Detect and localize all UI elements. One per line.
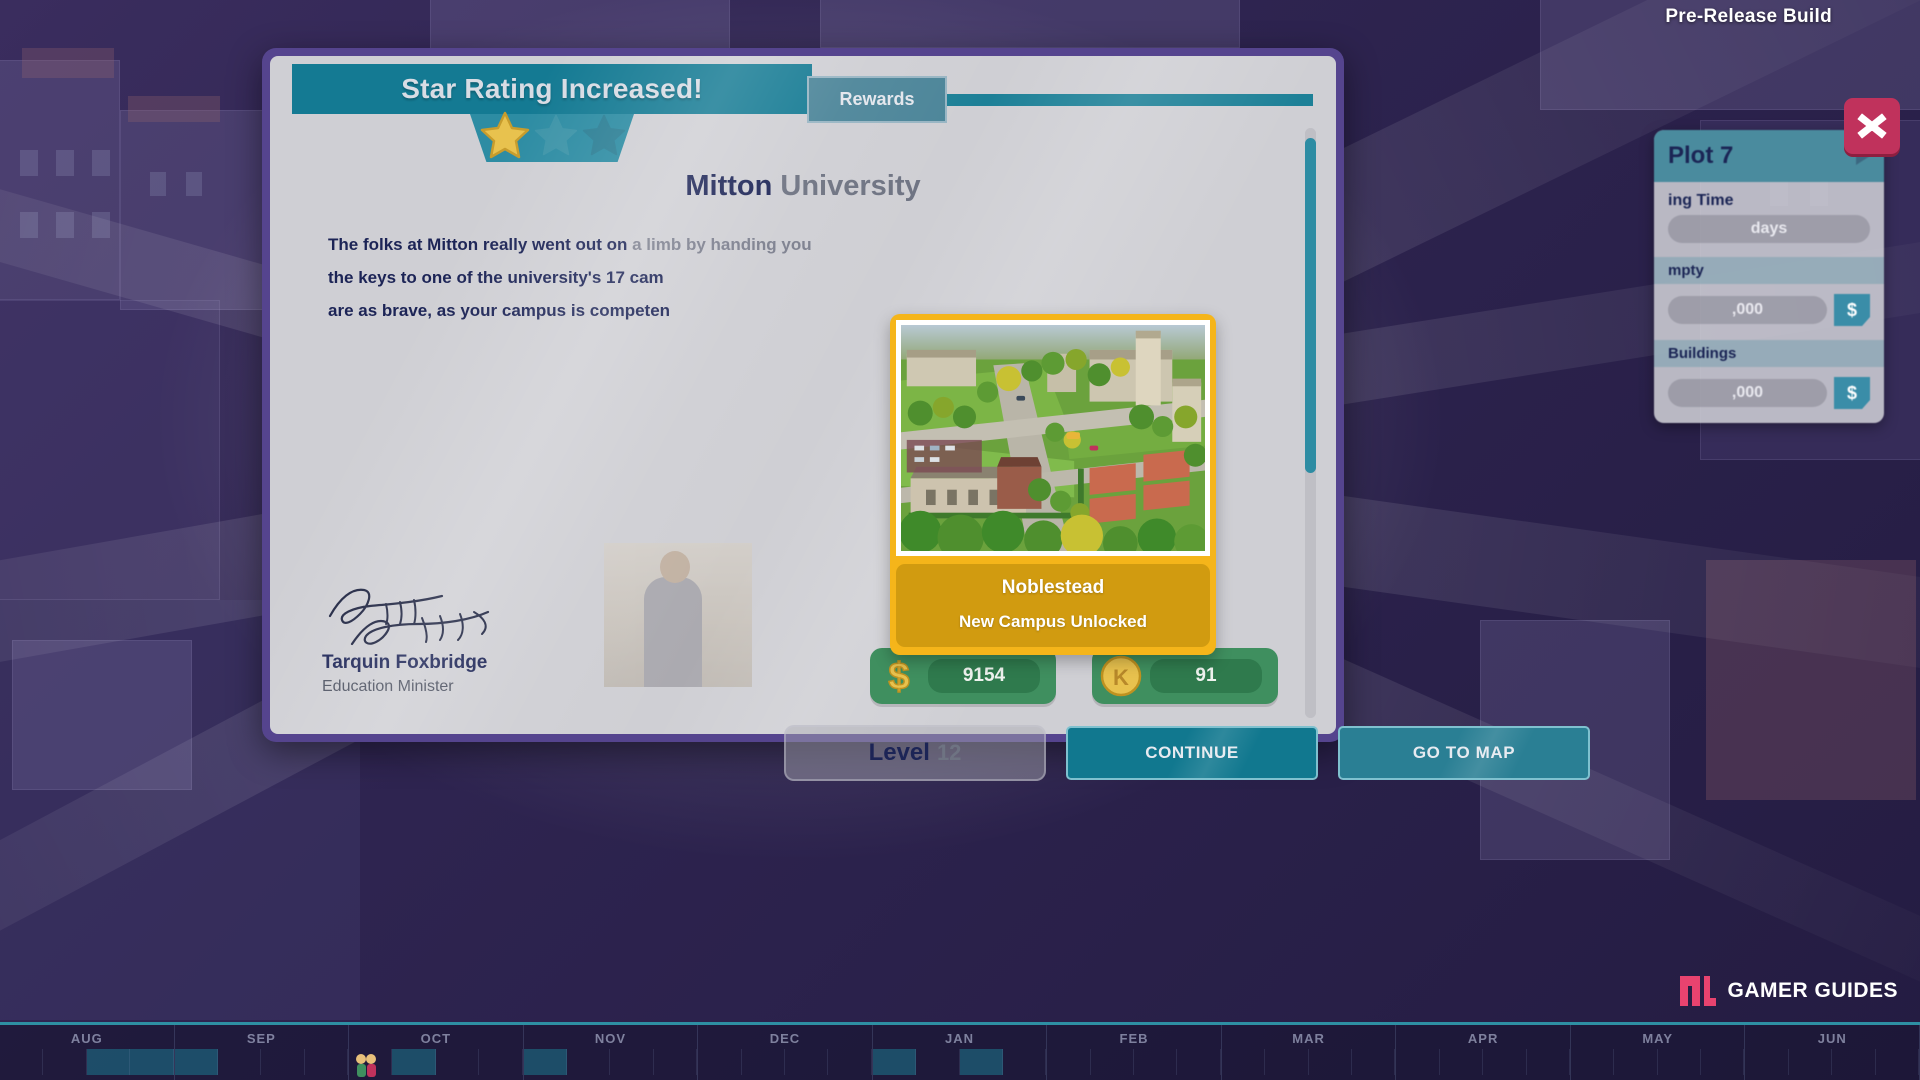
dialog-scrollbar-track[interactable] [1305,128,1316,718]
calendar-timeline[interactable]: AUG SEP OCT NOV DEC JAN FEB MAR APR MAY … [0,1022,1920,1080]
money-value: 9154 [928,659,1040,693]
month-label: JUN [1817,1031,1847,1046]
buildings-label: Buildings [1654,340,1884,367]
noblestead-campus-image [896,320,1210,556]
blurb-line-1-dim: a limb by handing you [627,235,812,254]
bg-window [20,212,38,238]
month-label: NOV [594,1031,626,1046]
svg-text:K: K [1113,665,1129,690]
month-label: AUG [70,1031,103,1046]
month-label: MAR [1292,1031,1325,1046]
gamer-guides-watermark: GAMER GUIDES [1678,974,1898,1008]
bg-window [150,172,166,196]
star-icon-filled [480,111,530,159]
blurb-line-1: The folks at Mitton really went out on [328,235,628,254]
continue-button[interactable]: CONTINUE [1066,726,1318,780]
dialog-blurb: The folks at Mitton really went out on a… [328,228,928,327]
bg-window [20,150,38,176]
dialog-footer: Level 12 CONTINUE GO TO MAP [784,716,1602,790]
timeline-month[interactable]: JAN [872,1025,1048,1080]
month-label: JAN [945,1031,975,1046]
pre-release-build-label: Pre-Release Build [1665,6,1832,27]
dollar-coin-icon: $ [876,653,922,699]
gamer-guides-logo-icon [1680,976,1717,1006]
level-label: Level [868,739,930,766]
build-time-label: ing Time [1668,192,1734,209]
bg-building [0,300,220,600]
timeline-month[interactable]: AUG [0,1025,175,1080]
student-marker-icon[interactable] [353,1053,379,1077]
bg-window [56,150,74,176]
tab-rule-divider [947,94,1313,106]
empty-plot-label: mpty [1654,257,1884,284]
university-name-bold: Mitton [685,170,773,202]
bg-window [186,172,202,196]
bg-building [0,60,120,300]
plot-info-panel[interactable]: Plot 7 ing Time days mpty ,000 $ Buildin… [1654,130,1884,423]
build-time-value: days [1668,215,1870,243]
reward-title: Noblestead [1001,577,1105,598]
month-label: SEP [246,1031,276,1046]
star-icon-empty [534,114,578,156]
watermark-text: GAMER GUIDES [1727,979,1898,1002]
timeline-month[interactable]: FEB [1047,1025,1222,1080]
plot-title: Plot 7 [1668,142,1734,169]
reward-card[interactable]: Noblestead New Campus Unlocked [890,314,1216,655]
timeline-month[interactable]: OCT [349,1025,524,1080]
star-rating [465,104,641,166]
reward-subtitle: New Campus Unlocked [959,612,1147,631]
month-label: FEB [1119,1031,1149,1046]
university-name: Mitton University [270,170,1336,203]
kudos-value: 91 [1150,659,1262,693]
timeline-month[interactable]: APR [1396,1025,1571,1080]
currency-row: $ 9154 K 91 [870,648,1278,704]
dollar-icon: $ [1834,377,1870,409]
timeline-month[interactable]: SEP [174,1025,350,1080]
bg-window [92,212,110,238]
bg-building [820,0,1240,48]
timeline-month[interactable]: JUN [1745,1025,1920,1080]
bg-window [56,212,74,238]
close-x-icon [1857,113,1887,139]
month-label: MAY [1642,1031,1674,1046]
blurb-line-2: the keys to one of the university's 17 c… [328,268,664,287]
tab-rewards[interactable]: Rewards [807,76,947,123]
go-to-map-button[interactable]: GO TO MAP [1338,726,1590,780]
timeline-month[interactable]: DEC [698,1025,873,1080]
blurb-line-3: are as brave, as your campus is competen [328,301,671,320]
svg-text:$: $ [888,656,909,698]
empty-plot-cost: ,000 [1668,296,1827,324]
star-icon-empty [582,114,626,156]
reward-label-band: Noblestead New Campus Unlocked [896,564,1210,647]
close-button[interactable] [1844,98,1900,154]
bg-roof [22,48,114,78]
month-label: APR [1467,1031,1499,1046]
bg-building [120,110,270,310]
page-title: Star Rating Increased! [401,73,703,104]
signature-icon [328,588,490,646]
currency-money: $ 9154 [870,648,1056,704]
kudos-coin-icon: K [1098,653,1144,699]
dialog-scrollbar-thumb[interactable] [1305,138,1316,473]
currency-kudos: K 91 [1092,648,1278,704]
bg-window [92,150,110,176]
month-label: OCT [420,1031,452,1046]
timeline-month[interactable]: NOV [523,1025,699,1080]
level-value: 12 [936,740,962,765]
level-indicator: Level 12 [784,725,1046,781]
signature-block: Tarquin Foxbridge Education Minister [322,576,652,696]
bg-building [12,640,192,790]
dollar-icon: $ [1834,294,1870,326]
buildings-cost: ,000 [1668,379,1827,407]
minister-role: Education Minister [322,678,454,695]
star-rating-dialog: Star Rating Increased! Rewards Mitton Un… [262,48,1590,781]
month-label: DEC [769,1031,801,1046]
timeline-month[interactable]: MAR [1222,1025,1397,1080]
university-name-light: University [772,170,921,202]
bg-roof [128,96,220,122]
minister-name: Tarquin Foxbridge [322,652,488,673]
bg-roof [1706,560,1916,800]
timeline-month[interactable]: MAY [1571,1025,1746,1080]
dialog-body: Star Rating Increased! Rewards Mitton Un… [270,56,1336,734]
